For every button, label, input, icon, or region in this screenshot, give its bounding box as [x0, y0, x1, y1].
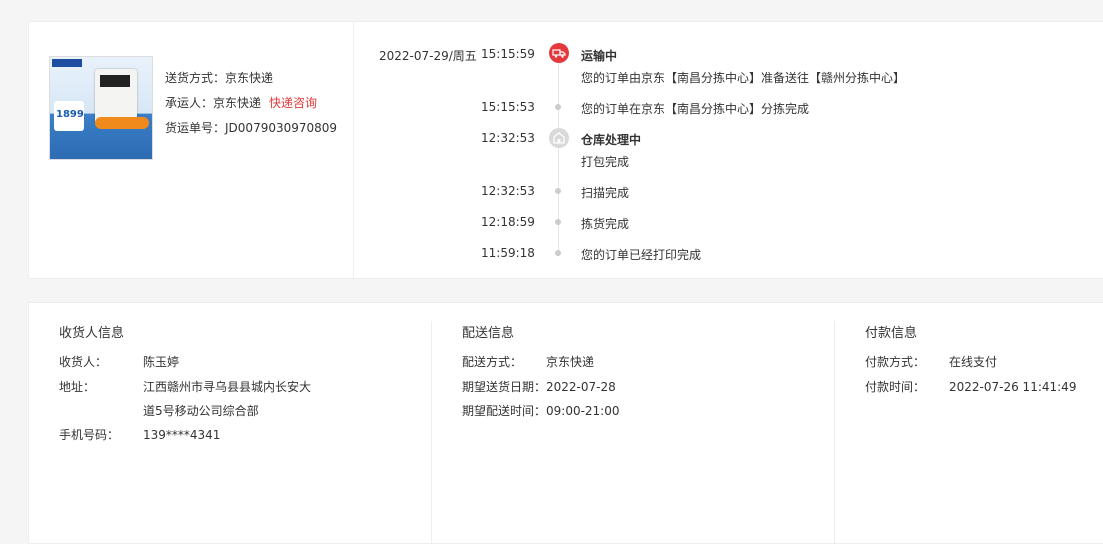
- payment-info-heading: 付款信息: [865, 326, 918, 341]
- section-divider: [431, 321, 432, 543]
- receiver-address-line1: 江西赣州市寻乌县县城内长安大: [143, 380, 312, 394]
- receiver-phone-value: 139****4341: [143, 428, 221, 442]
- delivery-time-label: 期望配送时间：: [462, 404, 547, 418]
- dispenser-screen-graphic: [100, 75, 130, 87]
- delivery-method-value: 京东快递: [546, 355, 595, 369]
- timeline-time: 11:59:18: [481, 246, 535, 260]
- timeline-dot: [555, 104, 561, 110]
- brand-logo: [52, 59, 82, 67]
- timeline-event-text: 您的订单由京东【南昌分拣中心】准备送往【赣州分拣中心】: [581, 71, 906, 85]
- timeline-date: 2022-07-29/周五: [379, 49, 477, 63]
- carrier-row: 承运人：京东快递 快递咨询: [165, 91, 337, 116]
- shipping-method-row: 送货方式：京东快递: [165, 66, 337, 91]
- delivery-date-value: 2022-07-28: [546, 380, 616, 394]
- payment-method-row: 付款方式： 在线支付: [865, 353, 997, 370]
- tracking-number-row: 货运单号：JD0079030970809: [165, 116, 337, 141]
- delivery-time-row: 期望配送时间：09:00-21:00: [462, 402, 620, 419]
- timeline-dot: [555, 250, 561, 256]
- receiver-address-line2: 道5号移动公司综合部: [143, 404, 259, 418]
- timeline-event-text: 拣货完成: [581, 217, 630, 231]
- shipping-method-label: 送货方式：: [165, 71, 226, 85]
- courier-consult-link[interactable]: 快递咨询: [269, 96, 317, 110]
- timeline-event-text: 打包完成: [581, 155, 630, 169]
- timeline-time: 12:18:59: [481, 215, 535, 229]
- receiver-phone-row: 手机号码： 139****4341: [59, 426, 220, 443]
- payment-method-value: 在线支付: [949, 355, 998, 369]
- product-image[interactable]: 1899: [49, 56, 153, 160]
- payment-time-label: 付款时间：: [865, 380, 926, 394]
- product-price: 1899: [56, 109, 84, 120]
- delivery-time-value: 09:00-21:00: [546, 404, 620, 418]
- delivery-info-section: 配送信息 配送方式： 京东快递 期望送货日期：2022-07-28 期望配送时间：…: [462, 303, 822, 543]
- truck-icon: [549, 43, 569, 63]
- delivery-info-heading: 配送信息: [462, 326, 515, 341]
- receiver-address-label: 地址：: [59, 380, 96, 394]
- carrier-value: 京东快递: [213, 96, 262, 110]
- promo-banner: [95, 117, 149, 129]
- timeline-event-text: 扫描完成: [581, 186, 630, 200]
- timeline-time: 15:15:59: [481, 47, 535, 61]
- timeline-event-text: 您的订单已经打印完成: [581, 248, 702, 262]
- tracking-number-value: JD0079030970809: [225, 121, 338, 135]
- receiver-address-row-2: 道5号移动公司综合部: [59, 402, 259, 419]
- panel-divider: [353, 22, 354, 278]
- tracking-number-label: 货运单号：: [165, 121, 226, 135]
- receiver-info-section: 收货人信息 收货人： 陈玉婷 地址： 江西赣州市寻乌县县城内长安大 道5号移动公司综…: [59, 303, 419, 543]
- delivery-date-label: 期望送货日期：: [462, 380, 547, 394]
- warehouse-icon: [549, 128, 569, 148]
- delivery-method-label: 配送方式：: [462, 355, 523, 369]
- payment-method-label: 付款方式：: [865, 355, 926, 369]
- timeline-event-text: 您的订单在京东【南昌分拣中心】分拣完成: [581, 102, 810, 116]
- receiver-name-label: 收货人：: [59, 355, 108, 369]
- receiver-name-value: 陈玉婷: [143, 355, 180, 369]
- payment-time-row: 付款时间： 2022-07-26 11:41:49: [865, 378, 1076, 395]
- payment-info-section: 付款信息 付款方式： 在线支付 付款时间： 2022-07-26 11:41:49: [865, 303, 1103, 543]
- delivery-method-row: 配送方式： 京东快递: [462, 353, 594, 370]
- shipping-method-value: 京东快递: [225, 71, 274, 85]
- timeline-dot: [555, 219, 561, 225]
- receiver-info-heading: 收货人信息: [59, 326, 125, 341]
- shipping-info: 送货方式：京东快递 承运人：京东快递 快递咨询 货运单号：JD0079030970…: [165, 66, 337, 141]
- section-divider: [834, 321, 835, 543]
- timeline-time: 12:32:53: [481, 131, 535, 145]
- timeline-status-title: 仓库处理中: [581, 133, 642, 147]
- carrier-label: 承运人：: [165, 96, 214, 110]
- shipment-tracking-panel: 1899 送货方式：京东快递 承运人：京东快递 快递咨询 货运单号：JD00790…: [28, 21, 1103, 279]
- receiver-name-row: 收货人： 陈玉婷: [59, 353, 179, 370]
- timeline-time: 15:15:53: [481, 100, 535, 114]
- timeline-dot: [555, 188, 561, 194]
- payment-time-value: 2022-07-26 11:41:49: [949, 380, 1077, 394]
- order-info-panel: 收货人信息 收货人： 陈玉婷 地址： 江西赣州市寻乌县县城内长安大 道5号移动公司综…: [28, 302, 1103, 544]
- timeline-status-title: 运输中: [581, 49, 618, 63]
- receiver-address-row: 地址： 江西赣州市寻乌县县城内长安大: [59, 378, 311, 395]
- timeline-time: 12:32:53: [481, 184, 535, 198]
- delivery-date-row: 期望送货日期：2022-07-28: [462, 378, 616, 395]
- receiver-phone-label: 手机号码：: [59, 428, 120, 442]
